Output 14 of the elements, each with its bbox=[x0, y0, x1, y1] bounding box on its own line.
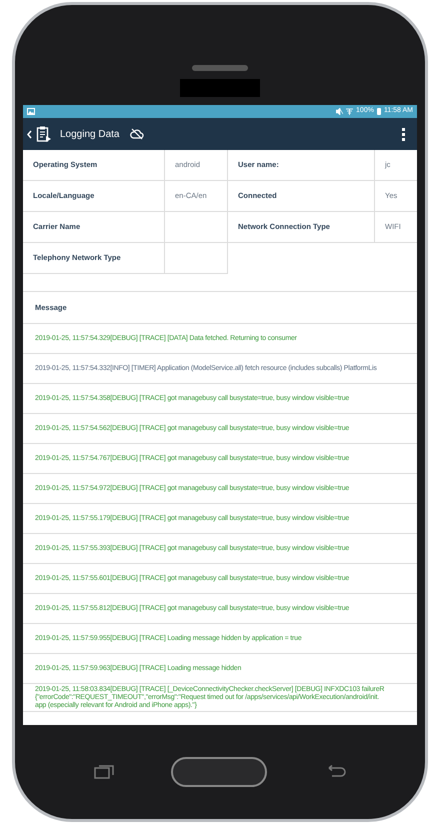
speaker-grille bbox=[192, 65, 248, 71]
battery-icon bbox=[376, 108, 381, 115]
signal-icon bbox=[346, 108, 354, 115]
recent-apps-icon[interactable] bbox=[94, 765, 114, 779]
clipboard-icon bbox=[36, 126, 52, 142]
home-button[interactable] bbox=[170, 757, 267, 787]
back-chevron-icon[interactable] bbox=[27, 130, 32, 138]
empty-cell bbox=[165, 243, 228, 274]
mute-icon bbox=[336, 108, 344, 115]
image-icon bbox=[27, 108, 35, 115]
overflow-menu-icon[interactable] bbox=[402, 128, 405, 140]
screen-title: Logging Data bbox=[60, 128, 120, 142]
empty-cell bbox=[165, 212, 228, 243]
cloud-off-icon bbox=[130, 128, 144, 140]
